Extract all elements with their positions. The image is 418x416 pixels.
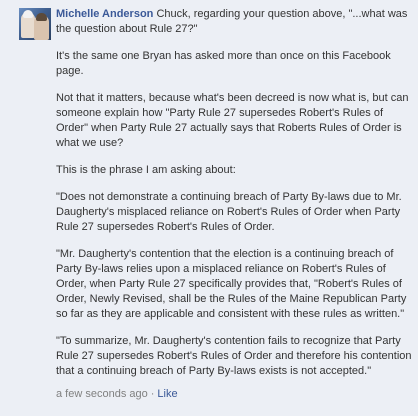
comment-paragraph: "Does not demonstrate a continuing breac… <box>56 191 402 233</box>
avatar-hair-right <box>36 13 47 21</box>
avatar-hair-left <box>23 10 33 18</box>
comment-paragraph: It's the same one Bryan has asked more t… <box>56 50 391 77</box>
meta-separator: · <box>150 388 155 400</box>
comment-paragraph: Not that it matters, because what's been… <box>56 92 409 149</box>
like-link[interactable]: Like <box>157 388 177 400</box>
comment-paragraph: "To summarize, Mr. Daugherty's contentio… <box>56 335 412 377</box>
avatar[interactable] <box>19 8 51 40</box>
comment-paragraph: Michelle Anderson Chuck, regarding your … <box>56 7 414 37</box>
comment-body: Michelle Anderson Chuck, regarding your … <box>56 7 414 402</box>
comment-paragraph: This is the phrase I am asking about: <box>56 164 236 176</box>
timestamp[interactable]: a few seconds ago <box>56 388 148 400</box>
comment-meta: a few seconds ago · Like <box>56 387 414 402</box>
author-name-link[interactable]: Michelle Anderson <box>56 8 153 20</box>
comment: Michelle Anderson Chuck, regarding your … <box>0 0 418 416</box>
comment-paragraph: "Mr. Daugherty's contention that the ele… <box>56 248 407 320</box>
